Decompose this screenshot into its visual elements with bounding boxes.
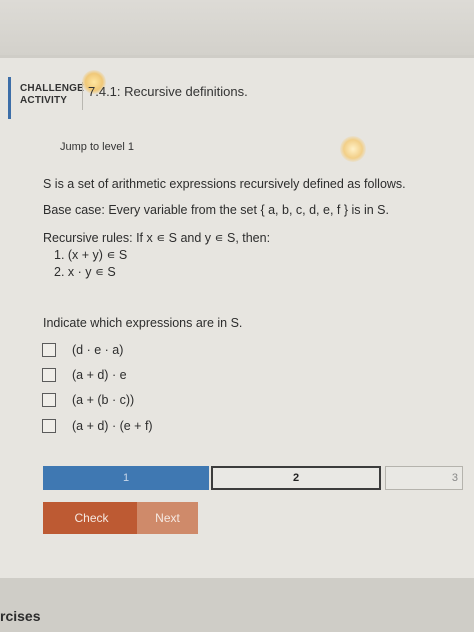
challenge-label-line2: ACTIVITY bbox=[20, 95, 68, 106]
jump-to-level-link[interactable]: Jump to level 1 bbox=[60, 141, 134, 153]
option-item[interactable]: (a + d) · e bbox=[42, 366, 127, 384]
problem-intro: S is a set of arithmetic expressions rec… bbox=[43, 177, 406, 191]
challenge-activity-label: CHALLENGE ACTIVITY bbox=[20, 83, 84, 107]
option-label: (d · e · a) bbox=[72, 343, 124, 357]
exercises-label: rcises bbox=[0, 608, 41, 624]
option-checkbox[interactable] bbox=[42, 368, 56, 382]
option-checkbox[interactable] bbox=[42, 419, 56, 433]
rule-item: 2. x · y ∊ S bbox=[54, 265, 116, 279]
option-checkbox[interactable] bbox=[42, 343, 56, 357]
rule-item: 1. (x + y) ∊ S bbox=[54, 248, 128, 262]
challenge-accent-bar bbox=[8, 77, 11, 119]
question-text: Indicate which expressions are in S. bbox=[43, 316, 243, 330]
recursive-rules-intro: Recursive rules: If x ∊ S and y ∊ S, the… bbox=[43, 231, 271, 245]
level-progress-bar: 1 2 3 bbox=[43, 466, 463, 490]
option-checkbox[interactable] bbox=[42, 393, 56, 407]
check-button[interactable]: Check bbox=[43, 502, 140, 534]
level-1-segment[interactable]: 1 bbox=[43, 466, 209, 490]
option-item[interactable]: (a + (b · c)) bbox=[42, 391, 134, 409]
option-item[interactable]: (a + d) · (e + f) bbox=[42, 417, 153, 435]
light-glare bbox=[340, 136, 366, 162]
top-strip bbox=[0, 0, 474, 55]
challenge-label-line1: CHALLENGE bbox=[20, 83, 85, 94]
option-item[interactable]: (d · e · a) bbox=[42, 341, 123, 359]
activity-title: 7.4.1: Recursive definitions. bbox=[88, 84, 248, 99]
base-case: Base case: Every variable from the set {… bbox=[43, 203, 389, 217]
next-button[interactable]: Next bbox=[137, 502, 198, 534]
option-label: (a + d) · (e + f) bbox=[72, 419, 153, 433]
option-label: (a + d) · e bbox=[72, 368, 127, 382]
level-2-segment[interactable]: 2 bbox=[211, 466, 381, 490]
option-label: (a + (b · c)) bbox=[72, 393, 135, 407]
level-3-segment[interactable]: 3 bbox=[385, 466, 463, 490]
